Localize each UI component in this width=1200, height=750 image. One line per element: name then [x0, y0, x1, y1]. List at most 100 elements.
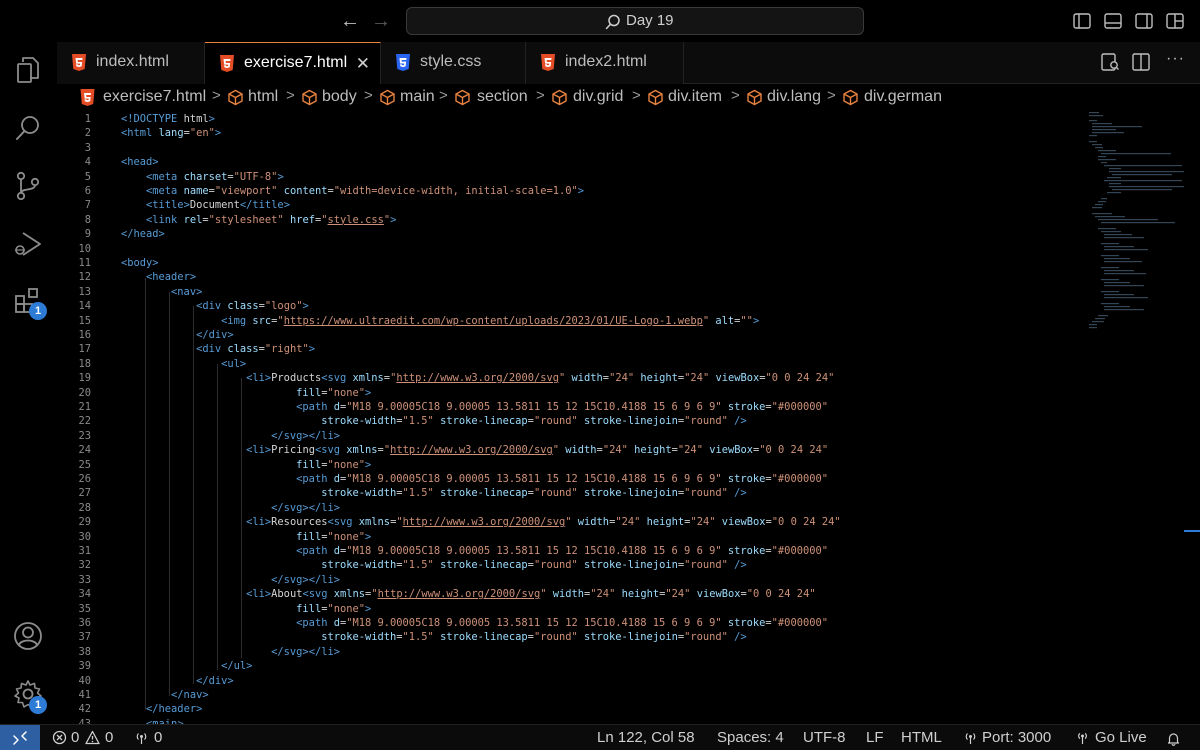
- breadcrumb-item[interactable]: html: [248, 88, 278, 106]
- toggle-secondary-sidebar-icon[interactable]: [1134, 11, 1154, 31]
- breadcrumb-item[interactable]: main: [400, 88, 435, 106]
- end-of-line[interactable]: LF: [866, 729, 884, 746]
- code-text: </div>: [196, 674, 234, 687]
- cursor-position[interactable]: Ln 122, Col 58: [597, 729, 695, 746]
- code-line[interactable]: 38 </svg></li>: [57, 645, 1157, 659]
- close-icon[interactable]: ✕: [356, 54, 370, 74]
- line-number: 3: [84, 141, 91, 154]
- breadcrumb-item[interactable]: body: [322, 88, 357, 106]
- code-line[interactable]: 35 fill="none">: [57, 602, 1157, 616]
- code-line[interactable]: 10: [57, 242, 1157, 256]
- code-line[interactable]: 36 <path d="M18 9.00005C18 9.00005 13.58…: [57, 616, 1157, 630]
- code-line[interactable]: 31 <path d="M18 9.00005C18 9.00005 13.58…: [57, 544, 1157, 558]
- tab-style-css[interactable]: style.css: [381, 42, 526, 84]
- accounts-icon[interactable]: [12, 620, 44, 652]
- source-control-icon[interactable]: [12, 170, 44, 202]
- code-line[interactable]: 8 <link rel="stylesheet" href="style.css…: [57, 213, 1157, 227]
- code-line[interactable]: 20 fill="none">: [57, 386, 1157, 400]
- code-editor[interactable]: 1 <!DOCTYPE html> 2 <html lang="en"> 3 4 <head…: [57, 110, 1200, 724]
- more-actions-icon[interactable]: ···: [1166, 50, 1186, 70]
- code-line[interactable]: 27 stroke-width="1.5" stroke-linecap="ro…: [57, 486, 1157, 500]
- code-line[interactable]: 30 fill="none">: [57, 530, 1157, 544]
- search-icon[interactable]: [12, 112, 44, 144]
- remote-indicator[interactable]: [0, 725, 40, 750]
- broadcast-icon[interactable]: [134, 730, 149, 745]
- code-line[interactable]: 21 <path d="M18 9.00005C18 9.00005 13.58…: [57, 400, 1157, 414]
- ports-count[interactable]: 0: [154, 729, 162, 746]
- live-server-port[interactable]: Port: 3000: [982, 729, 1051, 746]
- code-line[interactable]: 6 <meta name="viewport" content="width=d…: [57, 184, 1157, 198]
- breadcrumb-item[interactable]: div.german: [864, 88, 942, 106]
- arrow-right-icon[interactable]: →: [369, 9, 393, 33]
- code-line[interactable]: 26 <path d="M18 9.00005C18 9.00005 13.58…: [57, 472, 1157, 486]
- code-line[interactable]: 42 </header>: [57, 702, 1157, 716]
- notifications-bell-icon[interactable]: [1166, 731, 1181, 746]
- tab-exercise7-html[interactable]: exercise7.html ✕: [205, 42, 381, 84]
- error-count[interactable]: 0: [71, 729, 79, 746]
- breadcrumb-item[interactable]: div.grid: [573, 88, 623, 106]
- code-line[interactable]: 40 </div>: [57, 674, 1157, 688]
- breadcrumb-item[interactable]: section: [477, 88, 528, 106]
- language-mode[interactable]: HTML: [901, 729, 942, 746]
- code-line[interactable]: 41 </nav>: [57, 688, 1157, 702]
- code-line[interactable]: 16 </div>: [57, 328, 1157, 342]
- code-line[interactable]: 1 <!DOCTYPE html>: [57, 112, 1157, 126]
- code-line[interactable]: 33 </svg></li>: [57, 573, 1157, 587]
- code-line[interactable]: 12 <header>: [57, 270, 1157, 284]
- code-line[interactable]: 5 <meta charset="UTF-8">: [57, 170, 1157, 184]
- error-icon[interactable]: [52, 730, 67, 745]
- code-line[interactable]: 32 stroke-width="1.5" stroke-linecap="ro…: [57, 558, 1157, 572]
- command-center-search[interactable]: Day 19: [406, 7, 864, 35]
- minimap[interactable]: [1087, 110, 1187, 350]
- go-live-button[interactable]: Go Live: [1095, 729, 1147, 746]
- code-line[interactable]: 4 <head>: [57, 155, 1157, 169]
- code-line[interactable]: 43 <main>: [57, 717, 1157, 724]
- line-number: 12: [78, 271, 91, 284]
- remote-icon: [13, 731, 27, 745]
- warning-icon[interactable]: [85, 730, 100, 745]
- code-line[interactable]: 22 stroke-width="1.5" stroke-linecap="ro…: [57, 414, 1157, 428]
- code-text: <meta name="viewport" content="width=dev…: [146, 185, 585, 197]
- split-editor-icon[interactable]: [1131, 52, 1151, 72]
- arrow-left-icon[interactable]: ←: [338, 9, 362, 33]
- code-line[interactable]: 9 </head>: [57, 227, 1157, 241]
- open-preview-icon[interactable]: [1100, 52, 1120, 72]
- code-line[interactable]: 11 <body>: [57, 256, 1157, 270]
- code-line[interactable]: 37 stroke-width="1.5" stroke-linecap="ro…: [57, 630, 1157, 644]
- symbol-cube-icon: [552, 89, 567, 106]
- code-line[interactable]: 34 <li>About<svg xmlns="http://www.w3.or…: [57, 587, 1157, 601]
- code-line[interactable]: 3: [57, 141, 1157, 155]
- customize-layout-icon[interactable]: [1165, 11, 1185, 31]
- code-text: </svg></li>: [271, 573, 340, 586]
- tab-index-html[interactable]: index.html: [57, 42, 205, 84]
- breadcrumb-item[interactable]: div.lang: [767, 88, 821, 106]
- code-line[interactable]: 14 <div class="logo">: [57, 299, 1157, 313]
- breadcrumb-item[interactable]: div.item: [668, 88, 722, 106]
- code-line[interactable]: 7 <title>Document</title>: [57, 198, 1157, 212]
- indentation[interactable]: Spaces: 4: [717, 729, 784, 746]
- code-line[interactable]: 39 </ul>: [57, 659, 1157, 673]
- toggle-primary-sidebar-icon[interactable]: [1072, 11, 1092, 31]
- code-text: <path d="M18 9.00005C18 9.00005 13.5811 …: [296, 545, 828, 557]
- toggle-panel-icon[interactable]: [1103, 11, 1123, 31]
- code-line[interactable]: 15 <img src="https://www.ultraedit.com/w…: [57, 314, 1157, 328]
- code-line[interactable]: 2 <html lang="en">: [57, 126, 1157, 140]
- code-line[interactable]: 17 <div class="right">: [57, 342, 1157, 356]
- code-line[interactable]: 23 </svg></li>: [57, 429, 1157, 443]
- code-line[interactable]: 28 </svg></li>: [57, 501, 1157, 515]
- code-text: <li>Pricing<svg xmlns="http://www.w3.org…: [246, 444, 829, 457]
- code-line[interactable]: 13 <nav>: [57, 285, 1157, 299]
- run-debug-icon[interactable]: [12, 228, 44, 260]
- code-line[interactable]: 18 <ul>: [57, 357, 1157, 371]
- tab-index2-html[interactable]: index2.html: [526, 42, 684, 84]
- encoding[interactable]: UTF-8: [803, 729, 846, 746]
- code-line[interactable]: 29 <li>Resources<svg xmlns="http://www.w…: [57, 515, 1157, 529]
- breadcrumb: exercise7.html > html > body > main > se…: [57, 84, 1200, 110]
- code-line[interactable]: 19 <li>Products<svg xmlns="http://www.w3…: [57, 371, 1157, 385]
- line-number: 17: [78, 343, 91, 356]
- explorer-icon[interactable]: [12, 54, 44, 86]
- breadcrumb-item[interactable]: exercise7.html: [103, 88, 206, 106]
- warning-count[interactable]: 0: [105, 729, 113, 746]
- code-line[interactable]: 25 fill="none">: [57, 458, 1157, 472]
- code-line[interactable]: 24 <li>Pricing<svg xmlns="http://www.w3.…: [57, 443, 1157, 457]
